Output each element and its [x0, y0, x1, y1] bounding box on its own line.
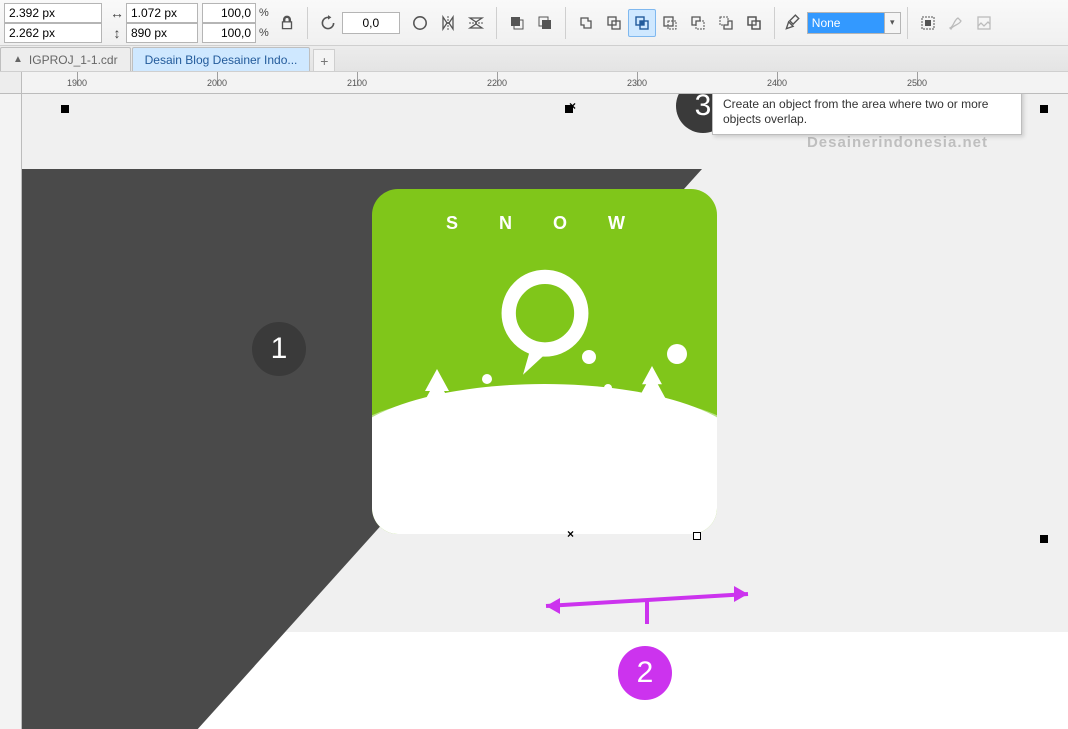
workspace: 1900 2000 2100 2200 2300 2400 2500 Desai…	[0, 72, 1068, 729]
y-pos-input[interactable]	[4, 23, 102, 43]
snow-dot	[582, 350, 596, 364]
back-minus-front-button[interactable]	[712, 9, 740, 37]
boundary-button[interactable]	[740, 9, 768, 37]
card-title: S N O W	[372, 213, 717, 234]
separator	[496, 7, 497, 39]
tooltip-title: Intersect (Ctrl+Shift+X)	[723, 94, 1011, 95]
height-icon: ↕	[108, 25, 126, 41]
snow-dot	[482, 374, 492, 384]
separator	[907, 7, 908, 39]
selection-handle[interactable]	[1040, 105, 1048, 113]
snow-card[interactable]: S N O W	[372, 189, 717, 534]
tick-label: 2500	[907, 78, 927, 88]
wrap-text-button[interactable]	[914, 9, 942, 37]
selection-handle[interactable]	[61, 105, 69, 113]
rotate-icon	[314, 9, 342, 37]
simplify-button[interactable]	[656, 9, 684, 37]
new-tab-button[interactable]: +	[313, 49, 335, 71]
convert-curves-button	[942, 9, 970, 37]
size-fields: ↔ ↕	[108, 3, 202, 43]
callout-2: 2	[618, 646, 672, 700]
x-pos-input[interactable]	[4, 3, 102, 23]
order-back-button[interactable]	[531, 9, 559, 37]
watermark-text: Desainerindonesia.net	[807, 134, 988, 151]
ruler-origin[interactable]	[0, 72, 22, 94]
tick-label: 1900	[67, 78, 87, 88]
pen-icon	[781, 9, 803, 37]
width-icon: ↔	[108, 5, 126, 21]
tree-icon	[522, 405, 546, 439]
circle-button[interactable]	[406, 9, 434, 37]
cursor-icon: ▲	[13, 54, 23, 65]
tab-label: IGPROJ_1-1.cdr	[29, 53, 118, 67]
tree-icon	[631, 366, 673, 424]
selection-handle[interactable]	[693, 532, 701, 540]
tab-label: Desain Blog Desainer Indo...	[145, 53, 298, 67]
tick-label: 2100	[347, 78, 367, 88]
tick-label: 2400	[767, 78, 787, 88]
document-tabs: ▲ IGPROJ_1-1.cdr Desain Blog Desainer In…	[0, 46, 1068, 72]
callout-1: 1	[252, 322, 306, 376]
outline-width-input[interactable]	[807, 12, 885, 34]
scale-fields: % %	[202, 3, 269, 43]
lock-ratio-button[interactable]	[273, 9, 301, 37]
tab-file-2[interactable]: Desain Blog Desainer Indo...	[132, 47, 311, 71]
tooltip-intersect: Intersect (Ctrl+Shift+X) Create an objec…	[712, 94, 1022, 135]
trim-button[interactable]	[600, 9, 628, 37]
tooltip-body: Create an object from the area where two…	[723, 97, 1011, 128]
ruler-vertical[interactable]	[0, 94, 22, 729]
outline-width-group: ▾	[807, 12, 901, 34]
ruler-horizontal[interactable]: 1900 2000 2100 2200 2300 2400 2500	[22, 72, 1068, 94]
scale-w-input[interactable]	[202, 3, 256, 23]
mirror-h-button[interactable]	[434, 9, 462, 37]
canvas[interactable]: Desainerindonesia.net S N O W	[22, 94, 1068, 729]
snow-dot	[604, 384, 612, 392]
tick-label: 2200	[487, 78, 507, 88]
rotate-input[interactable]	[342, 12, 400, 34]
outline-width-dropdown[interactable]: ▾	[885, 12, 901, 34]
property-bar: ↔ ↕ % %	[0, 0, 1068, 46]
weld-button[interactable]	[572, 9, 600, 37]
selection-center[interactable]: ×	[567, 527, 574, 541]
selection-handle[interactable]	[1040, 535, 1048, 543]
snow-dot	[402, 410, 408, 416]
separator	[774, 7, 775, 39]
selection-center[interactable]: ×	[569, 99, 576, 113]
front-minus-back-button[interactable]	[684, 9, 712, 37]
order-front-button[interactable]	[503, 9, 531, 37]
pct-label: %	[259, 7, 269, 19]
arrow-annotation	[532, 584, 762, 624]
scale-h-input[interactable]	[202, 23, 256, 43]
tick-label: 2300	[627, 78, 647, 88]
edit-bitmap-button	[970, 9, 998, 37]
tab-file-1[interactable]: ▲ IGPROJ_1-1.cdr	[0, 47, 131, 71]
mirror-v-button[interactable]	[462, 9, 490, 37]
snow-dot	[667, 344, 687, 364]
position-fields	[4, 3, 102, 43]
pct-label: %	[259, 27, 269, 39]
tick-label: 2000	[207, 78, 227, 88]
rotate-group	[314, 9, 400, 37]
intersect-button[interactable]	[628, 9, 656, 37]
separator	[307, 7, 308, 39]
width-input[interactable]	[126, 3, 198, 23]
separator	[565, 7, 566, 39]
height-input[interactable]	[126, 23, 198, 43]
tree-icon	[412, 369, 462, 439]
